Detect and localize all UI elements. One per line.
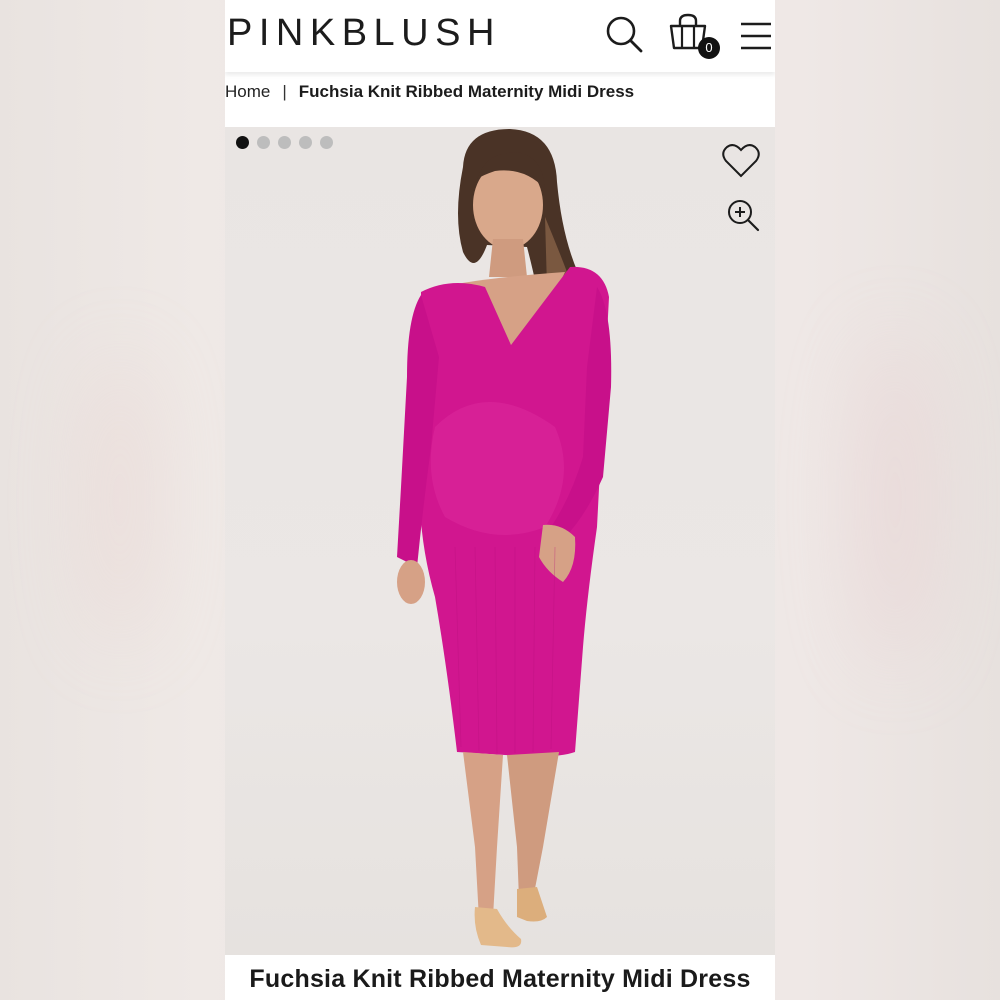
zoom-in-icon[interactable] (725, 197, 761, 233)
carousel-dot[interactable] (257, 136, 270, 149)
backdrop-blur-left (90, 350, 150, 650)
product-image[interactable] (225, 127, 775, 955)
carousel-dot[interactable] (320, 136, 333, 149)
backdrop-blur-right (860, 330, 930, 670)
model-photo (397, 129, 612, 948)
product-page: PINKBLUSH 0 Home | Fuchsia Knit Ribbed M… (225, 0, 775, 1000)
image-carousel-dots (236, 136, 333, 149)
carousel-dot[interactable] (236, 136, 249, 149)
breadcrumb-home-link[interactable]: Home (225, 82, 270, 102)
product-title: Fuchsia Knit Ribbed Maternity Midi Dress (249, 965, 751, 993)
carousel-dot[interactable] (278, 136, 291, 149)
breadcrumb: Home | Fuchsia Knit Ribbed Maternity Mid… (225, 78, 775, 106)
breadcrumb-current: Fuchsia Knit Ribbed Maternity Midi Dress (298, 82, 635, 101)
product-title-bar: Fuchsia Knit Ribbed Maternity Midi Dress (225, 955, 775, 1000)
cart-count-badge: 0 (698, 37, 720, 59)
site-header: PINKBLUSH 0 (225, 0, 775, 72)
carousel-dot[interactable] (299, 136, 312, 149)
heart-icon[interactable] (721, 141, 761, 181)
breadcrumb-separator: | (282, 82, 287, 101)
menu-icon[interactable] (738, 18, 774, 54)
brand-logo[interactable]: PINKBLUSH (227, 12, 501, 55)
search-icon[interactable] (604, 14, 644, 54)
